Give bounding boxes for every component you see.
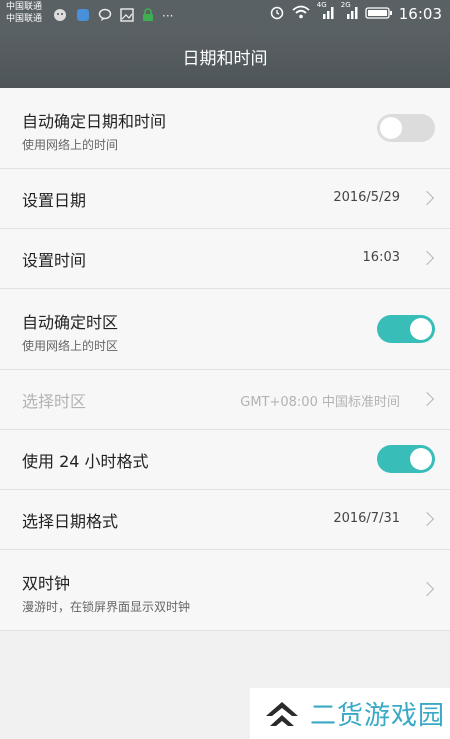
- status-right: 4G 2G 16:03: [269, 1, 442, 24]
- row-date-format[interactable]: 选择日期格式 2016/7/31: [0, 490, 450, 550]
- chevron-right-icon: [419, 190, 435, 206]
- row-auto-datetime[interactable]: 自动确定日期和时间 使用网络上的时间: [0, 88, 450, 169]
- row-set-time[interactable]: 设置时间 16:03: [0, 229, 450, 289]
- row-select-timezone: 选择时区 GMT+08:00 中国标准时间: [0, 370, 450, 430]
- carrier-2: 中国联通: [6, 14, 43, 24]
- watermark-logo-icon: [262, 694, 302, 734]
- row-set-date[interactable]: 设置日期 2016/5/29: [0, 169, 450, 229]
- toggle-knob: [410, 318, 432, 340]
- carrier-labels: 中国联通 中国联通: [6, 1, 42, 25]
- dual-clock-label: 双时钟: [22, 574, 71, 593]
- date-format-label: 选择日期格式: [22, 512, 119, 531]
- lock-icon: [142, 7, 154, 26]
- carrier-1: 中国联通: [6, 2, 43, 12]
- row-use-24h[interactable]: 使用 24 小时格式: [0, 430, 450, 490]
- network-type-1: 4G: [316, 1, 327, 9]
- select-timezone-value: GMT+08:00 中国标准时间: [240, 395, 400, 410]
- auto-timezone-label: 自动确定时区: [22, 313, 119, 332]
- set-date-label: 设置日期: [22, 191, 87, 210]
- chevron-right-icon: [419, 581, 435, 597]
- chat-icon: [98, 7, 112, 26]
- select-timezone-label: 选择时区: [22, 392, 87, 411]
- chevron-right-icon: [419, 391, 435, 407]
- status-bar: 中国联通 中国联通 ··· 4G 2G 16:03: [0, 0, 450, 30]
- wifi-icon: [291, 4, 311, 24]
- auto-datetime-sub: 使用网络上的时间: [22, 138, 119, 152]
- watermark: 二货游戏园: [250, 688, 450, 739]
- dual-clock-sub: 漫游时，在锁屏界面显示双时钟: [22, 600, 191, 614]
- app-bar: 日期和时间: [0, 30, 450, 88]
- signal-1-icon: 4G: [316, 1, 335, 24]
- battery-icon: [365, 5, 393, 24]
- row-dual-clock[interactable]: 双时钟 漫游时，在锁屏界面显示双时钟: [0, 550, 450, 631]
- more-icon: ···: [162, 9, 174, 23]
- use-24h-toggle[interactable]: [377, 445, 435, 473]
- signal-2-icon: 2G: [340, 1, 359, 24]
- notification-icons: ···: [52, 6, 173, 26]
- set-time-value: 16:03: [362, 250, 400, 265]
- date-format-value: 2016/7/31: [333, 511, 400, 526]
- use-24h-label: 使用 24 小时格式: [22, 452, 149, 471]
- auto-datetime-label: 自动确定日期和时间: [22, 112, 167, 131]
- network-type-2: 2G: [340, 1, 351, 9]
- auto-datetime-toggle[interactable]: [377, 114, 435, 142]
- watermark-text: 二货游戏园: [310, 701, 446, 731]
- auto-timezone-toggle[interactable]: [377, 315, 435, 343]
- mi-icon: [52, 6, 68, 26]
- chevron-right-icon: [419, 511, 435, 527]
- settings-list: 自动确定日期和时间 使用网络上的时间 设置日期 2016/5/29 设置时间 1…: [0, 88, 450, 631]
- alarm-icon: [269, 4, 285, 24]
- toggle-knob: [380, 117, 402, 139]
- page-title: 日期和时间: [182, 49, 268, 69]
- chevron-right-icon: [419, 250, 435, 266]
- set-time-label: 设置时间: [22, 251, 87, 270]
- auto-timezone-sub: 使用网络上的时区: [22, 339, 119, 353]
- image-icon: [120, 7, 134, 26]
- row-auto-timezone[interactable]: 自动确定时区 使用网络上的时区: [0, 289, 450, 370]
- set-date-value: 2016/5/29: [333, 190, 400, 205]
- toggle-knob: [410, 448, 432, 470]
- status-time: 16:03: [398, 5, 442, 23]
- app-notification-icon: [76, 7, 90, 26]
